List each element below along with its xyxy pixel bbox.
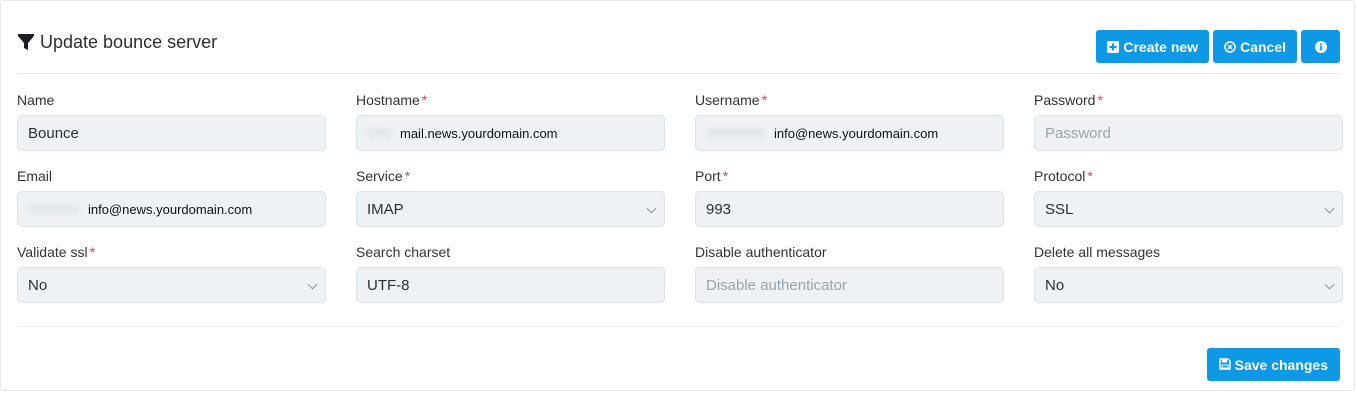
bounce-server-card: Update bounce server Create new Cancel N…: [0, 0, 1355, 391]
header-divider: [17, 73, 1340, 74]
disable-authenticator-label: Disable authenticator: [695, 244, 827, 260]
cancel-label: Cancel: [1240, 38, 1286, 55]
name-label: Name: [17, 92, 55, 108]
password-input[interactable]: Password: [1034, 115, 1343, 151]
footer-divider: [17, 326, 1340, 327]
email-input[interactable]: info@news.yourdomain.com: [17, 191, 326, 227]
search-charset-field: Search charset UTF-8: [356, 243, 665, 303]
protocol-field: Protocol * SSL: [1034, 167, 1343, 227]
save-icon: [1218, 357, 1231, 373]
header-actions: Create new Cancel: [1096, 30, 1340, 63]
validate-ssl-label: Validate ssl *: [17, 244, 96, 260]
required-marker: *: [722, 168, 729, 184]
name-field: Name Bounce: [17, 91, 326, 151]
password-field: Password * Password: [1034, 91, 1343, 151]
required-marker: *: [404, 168, 411, 184]
page-title: Update bounce server: [18, 31, 217, 53]
required-marker: *: [1097, 92, 1103, 108]
disable-authenticator-field: Disable authenticator Disable authentica…: [695, 243, 1004, 303]
plus-square-icon: [1107, 40, 1120, 53]
protocol-label: Protocol *: [1034, 168, 1093, 184]
port-label: Port *: [695, 168, 729, 184]
port-input[interactable]: 993: [695, 191, 1004, 227]
page-title-text: Update bounce server: [40, 32, 218, 52]
validate-ssl-select[interactable]: No: [17, 267, 326, 303]
validate-ssl-field: Validate ssl * No: [17, 243, 326, 303]
delete-all-messages-label: Delete all messages: [1034, 244, 1161, 260]
port-field: Port * 993: [695, 167, 1004, 227]
service-select[interactable]: IMAP: [356, 191, 665, 227]
service-label: Service *: [356, 168, 411, 184]
save-changes-button[interactable]: Save changes: [1206, 348, 1340, 381]
username-field: Username * info@news.yourdomain.com: [695, 91, 1004, 151]
required-marker: *: [89, 244, 96, 260]
username-label: Username *: [695, 92, 768, 108]
delete-all-messages-select[interactable]: No: [1034, 267, 1343, 303]
search-charset-input[interactable]: UTF-8: [356, 267, 665, 303]
delete-all-messages-field: Delete all messages No: [1034, 243, 1343, 303]
create-new-label: Create new: [1123, 38, 1199, 55]
service-field: Service * IMAP: [356, 167, 665, 227]
disable-authenticator-input[interactable]: Disable authenticator: [695, 267, 1004, 303]
info-button[interactable]: [1301, 30, 1340, 63]
password-label: Password *: [1034, 92, 1103, 108]
hostname-field: Hostname * mail.news.yourdomain.com: [356, 91, 665, 151]
email-label: Email: [17, 168, 53, 184]
protocol-select[interactable]: SSL: [1034, 191, 1343, 227]
hostname-label: Hostname *: [356, 92, 428, 108]
username-input[interactable]: info@news.yourdomain.com: [695, 115, 1004, 151]
required-marker: *: [1087, 168, 1093, 184]
close-circle-icon: [1224, 40, 1236, 53]
name-input[interactable]: Bounce: [17, 115, 326, 151]
hostname-input[interactable]: mail.news.yourdomain.com: [356, 115, 665, 151]
info-icon: [1314, 40, 1327, 53]
required-marker: *: [421, 92, 428, 108]
filter-icon: [18, 33, 34, 51]
save-changes-label: Save changes: [1234, 356, 1328, 373]
required-marker: *: [761, 92, 768, 108]
email-field: Email info@news.yourdomain.com: [17, 167, 326, 227]
search-charset-label: Search charset: [356, 244, 451, 260]
cancel-button[interactable]: Cancel: [1213, 30, 1297, 63]
create-new-button[interactable]: Create new: [1096, 30, 1210, 63]
